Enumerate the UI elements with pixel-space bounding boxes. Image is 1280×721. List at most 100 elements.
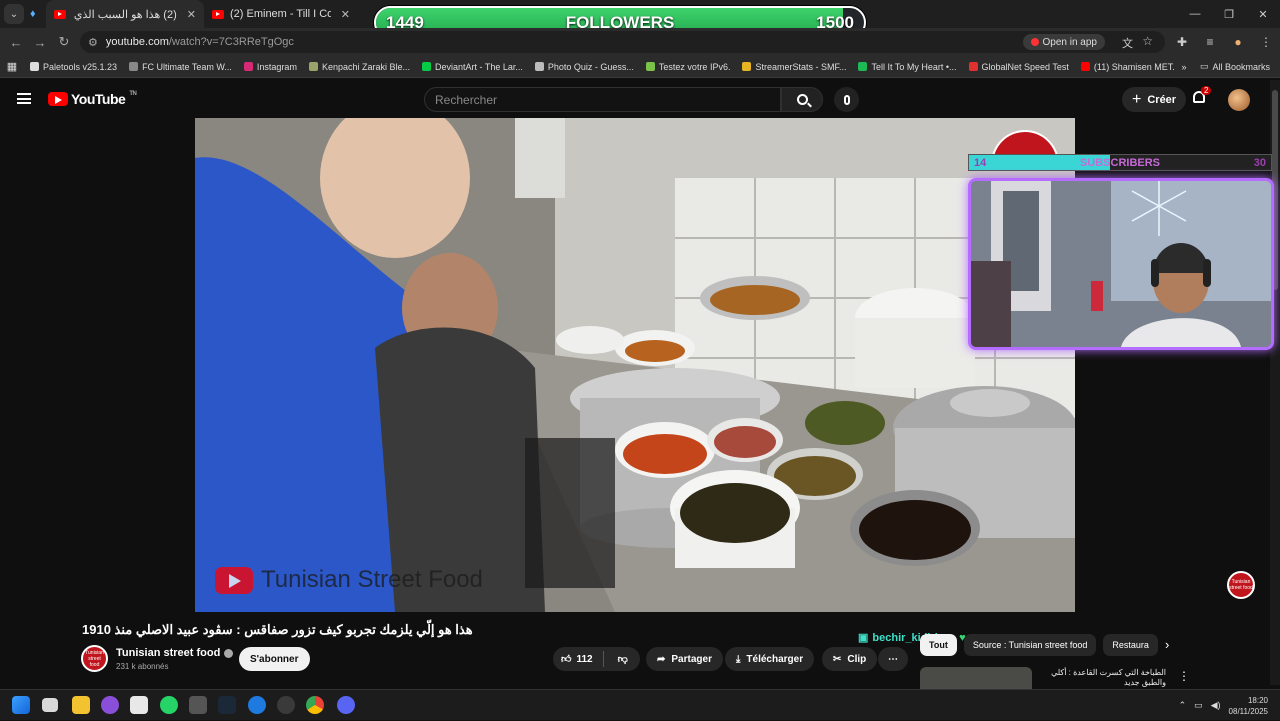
restore-icon[interactable]: ❐ xyxy=(1212,0,1246,28)
video-frame xyxy=(195,118,1075,612)
search-icon xyxy=(796,94,808,105)
close-icon[interactable]: ✕ xyxy=(341,8,350,21)
steam-icon[interactable] xyxy=(218,696,236,714)
verified-icon xyxy=(224,648,234,658)
channel-watermark-logo[interactable]: Tunisian street food xyxy=(1227,571,1255,599)
system-clock[interactable]: 18:20 08/11/2025 xyxy=(1229,695,1268,717)
video-player[interactable]: Tunisian Street Food xyxy=(195,118,1075,612)
windows-start-icon[interactable] xyxy=(12,696,30,714)
app-icon[interactable] xyxy=(189,696,207,714)
reload-icon[interactable]: ↻ xyxy=(52,34,76,50)
volume-icon[interactable]: ◀) xyxy=(1211,700,1221,711)
webcam-frame xyxy=(971,181,1271,347)
share-button[interactable]: ➦ Partager xyxy=(646,647,723,671)
more-actions-button[interactable]: ⋯ xyxy=(878,647,908,671)
thumbs-down-icon: 👎︎ xyxy=(617,654,628,665)
channel-name[interactable]: Tunisian street food xyxy=(116,647,234,659)
site-info-icon[interactable]: ⚙ xyxy=(88,36,98,49)
create-button[interactable]: + Créer xyxy=(1122,87,1187,112)
streamer-webcam xyxy=(968,178,1274,350)
subscribers-label: SUBSCRIBERS xyxy=(1079,156,1161,169)
reading-list-icon[interactable]: ≡ xyxy=(1196,35,1224,49)
window-controls: — ❐ ✕ xyxy=(1178,0,1280,28)
bookmark-item[interactable]: StreamerStats - SMF... xyxy=(736,62,852,72)
bookmark-favicon-icon xyxy=(30,62,39,71)
star-icon[interactable]: ☆ xyxy=(1142,34,1153,48)
chrome-icon[interactable] xyxy=(306,696,324,714)
back-icon[interactable]: ← xyxy=(4,35,28,50)
bookmark-item[interactable]: Kenpachi Zaraki Ble... xyxy=(303,62,416,72)
close-icon[interactable]: ✕ xyxy=(187,8,196,21)
extensions-icon[interactable]: ✚ xyxy=(1168,35,1196,49)
app-icon[interactable] xyxy=(248,696,266,714)
system-tray: ⌃ ▭ ◀) 18:20 08/11/2025 xyxy=(1179,690,1280,721)
subscribe-button[interactable]: S'abonner xyxy=(239,647,310,671)
recommended-video-title[interactable]: الطباخة التي كسرت القاعدة : أكلي والطبق … xyxy=(1038,668,1166,688)
dislike-button[interactable]: 👎︎ xyxy=(610,653,636,665)
channel-avatar[interactable]: Tunisian street food xyxy=(81,645,108,672)
bookmark-item[interactable]: Tell It To My Heart •... xyxy=(852,62,962,72)
channel-subscriber-count: 231 k abonnés xyxy=(116,662,169,671)
search-button[interactable] xyxy=(781,87,823,112)
youtube-icon xyxy=(1030,38,1039,46)
all-bookmarks[interactable]: ▭ All Bookmarks xyxy=(1194,61,1280,72)
chip-all[interactable]: Tout xyxy=(920,634,957,656)
notifications-button[interactable]: 2 xyxy=(1192,86,1212,106)
folder-icon: ▭ xyxy=(1199,61,1209,71)
minimize-icon[interactable]: — xyxy=(1178,0,1212,28)
chip-restaurant[interactable]: Restaura xyxy=(1103,634,1158,656)
whatsapp-icon[interactable] xyxy=(160,696,178,714)
menu-icon[interactable]: ⋮ xyxy=(1252,35,1280,49)
recommended-more-icon[interactable]: ⋮ xyxy=(1178,669,1190,683)
tab-youtube-1[interactable]: (2) هذا هو السبب الذي يجعل الناس ✕ xyxy=(46,0,204,28)
youtube-play-icon xyxy=(215,566,253,594)
bookmark-item[interactable]: Paletools v25.1.23 xyxy=(24,62,123,72)
plus-icon: + xyxy=(1132,90,1142,108)
chip-source[interactable]: Source : Tunisian street food xyxy=(963,634,1097,656)
youtube-icon xyxy=(54,9,66,19)
task-view-icon[interactable] xyxy=(42,698,58,712)
bookmark-item[interactable]: DeviantArt - The Lar... xyxy=(416,62,529,72)
discord-icon[interactable] xyxy=(337,696,355,714)
thumbs-up-icon: 👍︎ xyxy=(561,654,572,665)
avatar[interactable] xyxy=(1228,89,1250,111)
obs-icon[interactable] xyxy=(277,696,295,714)
bookmark-item[interactable]: Testez votre IPv6. xyxy=(640,62,737,72)
like-dislike-group: 👍︎ 112 👎︎ xyxy=(553,647,640,671)
chat-badge-icon: ▣ xyxy=(858,632,869,644)
snipping-tool-icon[interactable] xyxy=(130,696,148,714)
chevron-right-icon[interactable]: › xyxy=(1165,637,1169,652)
translate-icon[interactable]: 文 xyxy=(1122,35,1133,51)
app-icon[interactable] xyxy=(101,696,119,714)
open-in-app-button[interactable]: Open in app xyxy=(1022,34,1105,50)
bookmark-item[interactable]: (11) Shamisen MET... xyxy=(1075,62,1174,72)
profile-icon[interactable]: ● xyxy=(1224,35,1252,49)
subscribers-goal: 30 xyxy=(1253,156,1266,169)
bookmark-favicon-icon xyxy=(243,62,253,71)
more-icon: ⋯ xyxy=(888,653,898,665)
forward-icon[interactable]: → xyxy=(28,35,52,50)
more-bookmarks-icon[interactable]: » xyxy=(1174,62,1194,72)
bookmark-item[interactable]: Photo Quiz - Guess... xyxy=(529,62,640,72)
close-window-icon[interactable]: ✕ xyxy=(1246,0,1280,28)
hamburger-menu-icon[interactable] xyxy=(17,93,31,104)
bookmark-item[interactable]: FC Ultimate Team W... xyxy=(123,62,238,72)
youtube-icon xyxy=(212,9,224,19)
apps-icon[interactable]: ▦ xyxy=(0,60,24,73)
youtube-logo[interactable]: YouTube TN xyxy=(48,91,137,107)
search-input[interactable]: Rechercher xyxy=(424,87,781,112)
tab-search-button[interactable]: ⌄ xyxy=(4,4,24,24)
network-icon[interactable]: ▭ xyxy=(1194,700,1203,711)
download-button[interactable]: ⤓ Télécharger xyxy=(725,647,815,671)
tab-youtube-2[interactable]: (2) Eminem - Till I Collapse [HD ✕ xyxy=(204,0,358,28)
url-field[interactable]: ⚙ youtube.com/watch?v=7C3RReTgOgc Open i… xyxy=(80,31,1165,53)
voice-search-button[interactable] xyxy=(834,87,859,112)
clip-button[interactable]: ✂ Clip xyxy=(822,647,878,671)
like-button[interactable]: 👍︎ 112 xyxy=(553,653,593,666)
chevron-up-icon[interactable]: ⌃ xyxy=(1179,700,1187,711)
bookmark-item[interactable]: Instagram xyxy=(238,62,303,72)
file-explorer-icon[interactable] xyxy=(72,696,90,714)
bookmark-item[interactable]: GlobalNet Speed Test xyxy=(963,62,1075,72)
recommended-video-thumbnail[interactable] xyxy=(920,667,1032,689)
pinned-tab[interactable]: ♦ xyxy=(24,0,46,28)
